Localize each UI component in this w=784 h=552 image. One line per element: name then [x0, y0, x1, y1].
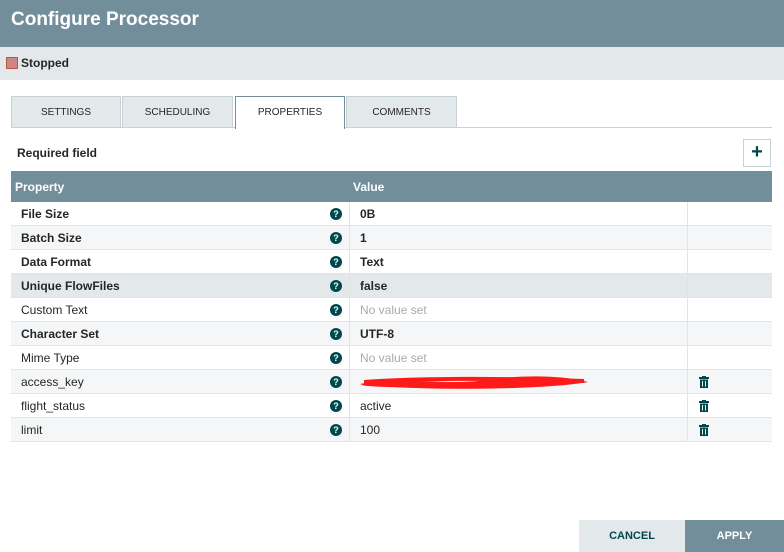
tab-comments[interactable]: COMMENTS: [346, 96, 457, 128]
table-row[interactable]: access_key ?: [11, 370, 772, 394]
cancel-button[interactable]: CANCEL: [579, 520, 685, 552]
properties-table: Property Value File Size ? 0B Batch Size…: [11, 171, 772, 442]
property-value[interactable]: 100: [360, 423, 380, 437]
table-row[interactable]: Character Set ? UTF-8: [11, 322, 772, 346]
trash-icon[interactable]: [699, 424, 709, 436]
column-divider: [687, 346, 688, 370]
property-name: Mime Type: [21, 351, 80, 365]
column-divider: [349, 394, 350, 418]
help-icon[interactable]: ?: [330, 256, 342, 268]
required-field-label: Required field: [17, 146, 98, 160]
help-icon[interactable]: ?: [330, 232, 342, 244]
help-icon[interactable]: ?: [330, 424, 342, 436]
property-name: limit: [21, 423, 43, 437]
column-divider: [349, 322, 350, 346]
column-divider: [687, 370, 688, 394]
property-value[interactable]: 1: [360, 231, 367, 245]
column-divider: [687, 394, 688, 418]
table-row[interactable]: Batch Size ? 1: [11, 226, 772, 250]
column-divider: [687, 418, 688, 442]
property-value[interactable]: 0B: [360, 207, 375, 221]
column-divider: [349, 418, 350, 442]
add-property-button[interactable]: +: [743, 139, 771, 167]
property-name: flight_status: [21, 399, 86, 413]
property-name: File Size: [21, 207, 70, 221]
column-divider: [349, 202, 350, 226]
property-value[interactable]: UTF-8: [360, 327, 394, 341]
table-row[interactable]: Data Format ? Text: [11, 250, 772, 274]
column-divider: [349, 226, 350, 250]
help-icon[interactable]: ?: [330, 304, 342, 316]
column-divider: [349, 370, 350, 394]
tab-divider: [11, 127, 772, 128]
table-row[interactable]: Mime Type ? No value set: [11, 346, 772, 370]
table-row[interactable]: limit ? 100: [11, 418, 772, 442]
table-row[interactable]: File Size ? 0B: [11, 202, 772, 226]
help-icon[interactable]: ?: [330, 352, 342, 364]
column-divider: [349, 274, 350, 298]
property-value[interactable]: No value set: [360, 303, 427, 317]
column-header-property[interactable]: Property: [15, 180, 64, 194]
dialog-title: Configure Processor: [11, 9, 199, 30]
help-icon[interactable]: ?: [330, 328, 342, 340]
tab-settings[interactable]: SETTINGS: [11, 96, 121, 128]
help-icon[interactable]: ?: [330, 400, 342, 412]
trash-icon[interactable]: [699, 376, 709, 388]
column-header-value[interactable]: Value: [353, 180, 384, 194]
property-name: access_key: [21, 375, 84, 389]
column-divider: [687, 250, 688, 274]
column-divider: [687, 202, 688, 226]
property-value[interactable]: Text: [360, 255, 384, 269]
property-name: Batch Size: [21, 231, 82, 245]
dialog-titlebar: Configure Processor: [0, 0, 784, 47]
help-icon[interactable]: ?: [330, 280, 342, 292]
table-row[interactable]: Custom Text ? No value set: [11, 298, 772, 322]
column-divider: [687, 226, 688, 250]
property-name: Data Format: [21, 255, 92, 269]
apply-button[interactable]: APPLY: [685, 520, 784, 552]
trash-icon[interactable]: [699, 400, 709, 412]
property-value[interactable]: false: [360, 279, 387, 293]
property-name: Unique FlowFiles: [21, 279, 120, 293]
column-divider: [349, 250, 350, 274]
status-text: Stopped: [21, 56, 69, 70]
plus-icon: +: [751, 141, 763, 163]
table-header: Property Value: [11, 171, 772, 202]
table-row[interactable]: flight_status ? active: [11, 394, 772, 418]
tab-properties[interactable]: PROPERTIES: [235, 96, 345, 129]
property-value[interactable]: No value set: [360, 351, 427, 365]
table-row-selected[interactable]: Unique FlowFiles ? false: [11, 274, 772, 298]
help-icon[interactable]: ?: [330, 376, 342, 388]
property-name: Custom Text: [21, 303, 88, 317]
property-name: Character Set: [21, 327, 100, 341]
tab-scheduling[interactable]: SCHEDULING: [122, 96, 233, 128]
column-divider: [687, 274, 688, 298]
column-divider: [687, 322, 688, 346]
column-divider: [349, 298, 350, 322]
column-divider: [349, 346, 350, 370]
help-icon[interactable]: ?: [330, 208, 342, 220]
status-bar: Stopped: [0, 47, 784, 80]
property-value[interactable]: active: [360, 399, 391, 413]
redaction-scribble: [360, 376, 588, 389]
column-divider: [687, 298, 688, 322]
stopped-icon: [6, 57, 18, 69]
